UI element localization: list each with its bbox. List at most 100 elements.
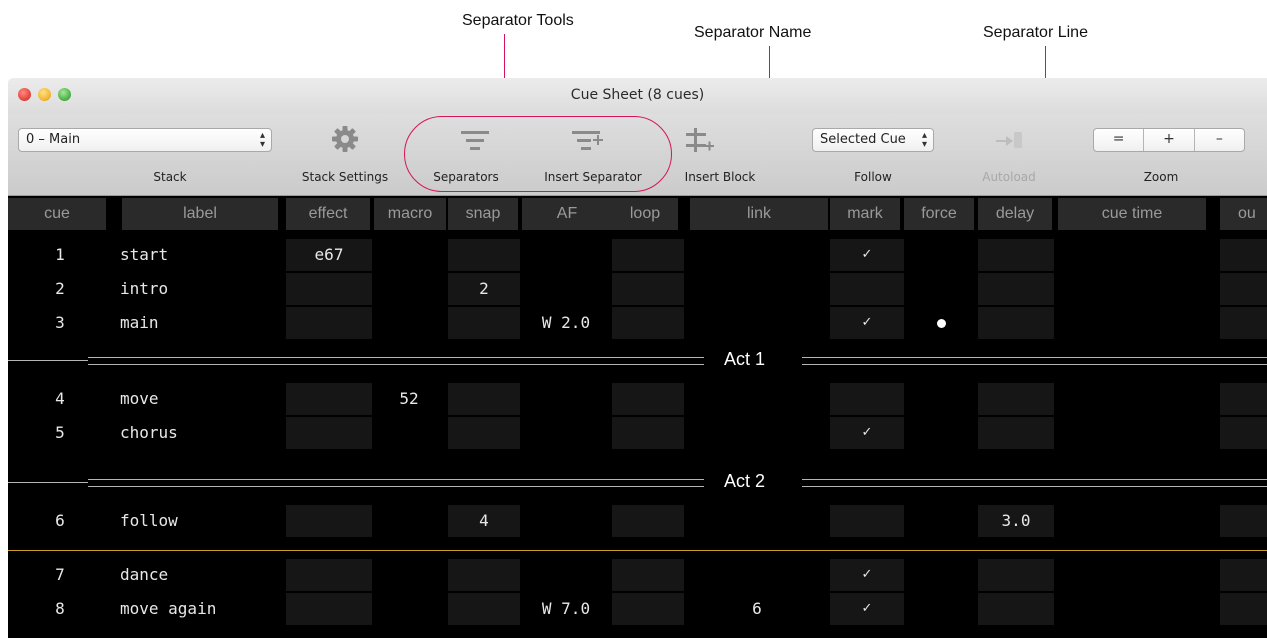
cell-snap[interactable] — [448, 383, 520, 415]
cell-snap[interactable] — [448, 559, 520, 591]
cell-loop[interactable] — [612, 559, 684, 591]
table-row[interactable]: 2 intro 2 — [8, 272, 1267, 306]
cell-cue[interactable]: 3 — [8, 307, 112, 339]
cell-effect[interactable] — [286, 307, 372, 339]
cell-snap[interactable] — [448, 307, 520, 339]
cell-link[interactable] — [684, 559, 830, 591]
col-header-link[interactable]: link — [690, 198, 828, 230]
col-header-delay[interactable]: delay — [978, 198, 1052, 230]
col-header-force[interactable]: force — [904, 198, 974, 230]
col-header-mark[interactable]: mark — [830, 198, 900, 230]
cell-out[interactable] — [1220, 593, 1267, 625]
cell-link[interactable] — [684, 239, 830, 271]
cell-af[interactable] — [520, 559, 612, 591]
gear-icon[interactable] — [330, 124, 360, 154]
stack-settings-label[interactable]: Stack Settings — [302, 170, 388, 184]
cell-loop[interactable] — [612, 417, 684, 449]
cell-macro[interactable] — [372, 239, 446, 271]
cell-force[interactable] — [904, 417, 978, 449]
table-row[interactable]: 5 chorus ✓ — [8, 416, 1267, 450]
cell-loop[interactable] — [612, 383, 684, 415]
cell-macro[interactable] — [372, 505, 446, 537]
col-header-af[interactable]: AF — [522, 198, 612, 230]
cell-out[interactable] — [1220, 559, 1267, 591]
cell-label[interactable]: intro — [112, 273, 286, 305]
cell-cue-time[interactable] — [1054, 559, 1218, 591]
table-row[interactable]: 3 main W 2.0 ✓ — [8, 306, 1267, 340]
cell-link[interactable] — [684, 505, 830, 537]
col-header-effect[interactable]: effect — [286, 198, 370, 230]
cell-label[interactable]: start — [112, 239, 286, 271]
cell-af[interactable]: W 2.0 — [520, 307, 612, 339]
cell-effect[interactable] — [286, 593, 372, 625]
cell-delay[interactable] — [978, 417, 1054, 449]
table-row[interactable]: 7 dance ✓ — [8, 558, 1267, 592]
cell-effect[interactable] — [286, 273, 372, 305]
cell-cue-time[interactable] — [1054, 307, 1218, 339]
cell-label[interactable]: main — [112, 307, 286, 339]
cell-cue-time[interactable] — [1054, 593, 1218, 625]
cell-force[interactable] — [904, 559, 978, 591]
cell-label[interactable]: chorus — [112, 417, 286, 449]
cell-cue[interactable]: 2 — [8, 273, 112, 305]
cell-macro[interactable] — [372, 273, 446, 305]
cell-macro[interactable]: 52 — [372, 383, 446, 415]
cell-out[interactable] — [1220, 417, 1267, 449]
col-header-out[interactable]: ou — [1220, 198, 1267, 230]
cell-effect[interactable]: e67 — [286, 239, 372, 271]
cell-label[interactable]: move — [112, 383, 286, 415]
cell-cue-time[interactable] — [1054, 273, 1218, 305]
insert-block-icon[interactable] — [684, 126, 716, 154]
cell-macro[interactable] — [372, 307, 446, 339]
cell-snap[interactable]: 2 — [448, 273, 520, 305]
col-header-cue[interactable]: cue — [8, 198, 106, 230]
cell-snap[interactable] — [448, 239, 520, 271]
cell-mark[interactable]: ✓ — [830, 239, 904, 271]
cell-cue[interactable]: 7 — [8, 559, 112, 591]
zoom-out-button[interactable]: – — [1193, 129, 1244, 151]
cell-mark[interactable]: ✓ — [830, 559, 904, 591]
zoom-in-button[interactable]: + — [1143, 129, 1193, 151]
col-header-snap[interactable]: snap — [448, 198, 518, 230]
col-header-label[interactable]: label — [122, 198, 278, 230]
cell-delay[interactable] — [978, 593, 1054, 625]
cell-macro[interactable] — [372, 417, 446, 449]
cell-effect[interactable] — [286, 417, 372, 449]
cell-cue-time[interactable] — [1054, 505, 1218, 537]
cell-effect[interactable] — [286, 559, 372, 591]
table-row[interactable]: 4 move 52 — [8, 382, 1267, 416]
cell-cue[interactable]: 8 — [8, 593, 112, 625]
cell-delay[interactable]: 3.0 — [978, 505, 1054, 537]
cell-loop[interactable] — [612, 239, 684, 271]
cell-cue[interactable]: 1 — [8, 239, 112, 271]
cell-mark[interactable] — [830, 273, 904, 305]
cell-loop[interactable] — [612, 273, 684, 305]
cell-delay[interactable] — [978, 383, 1054, 415]
cell-mark[interactable]: ✓ — [830, 593, 904, 625]
cell-effect[interactable] — [286, 383, 372, 415]
cell-snap[interactable]: 4 — [448, 505, 520, 537]
cell-loop[interactable] — [612, 307, 684, 339]
cell-label[interactable]: follow — [112, 505, 286, 537]
table-row[interactable]: 6 follow 4 3.0 — [8, 504, 1267, 538]
cell-snap[interactable] — [448, 593, 520, 625]
cell-link[interactable]: 6 — [684, 593, 830, 625]
cell-af[interactable] — [520, 273, 612, 305]
cell-af[interactable] — [520, 239, 612, 271]
col-header-cue-time[interactable]: cue time — [1058, 198, 1206, 230]
cell-force[interactable] — [904, 383, 978, 415]
cell-delay[interactable] — [978, 559, 1054, 591]
table-row[interactable]: 1 start e67 ✓ — [8, 238, 1267, 272]
zoom-reset-button[interactable]: = — [1094, 129, 1143, 151]
cell-cue[interactable]: 5 — [8, 417, 112, 449]
cell-out[interactable] — [1220, 273, 1267, 305]
cell-force[interactable] — [904, 273, 978, 305]
cell-force[interactable] — [904, 505, 978, 537]
cell-af[interactable] — [520, 383, 612, 415]
cell-cue-time[interactable] — [1054, 383, 1218, 415]
cell-cue[interactable]: 6 — [8, 505, 112, 537]
cell-out[interactable] — [1220, 383, 1267, 415]
separator-row[interactable]: Act 1 — [8, 344, 1267, 378]
cell-loop[interactable] — [612, 593, 684, 625]
cell-delay[interactable] — [978, 273, 1054, 305]
